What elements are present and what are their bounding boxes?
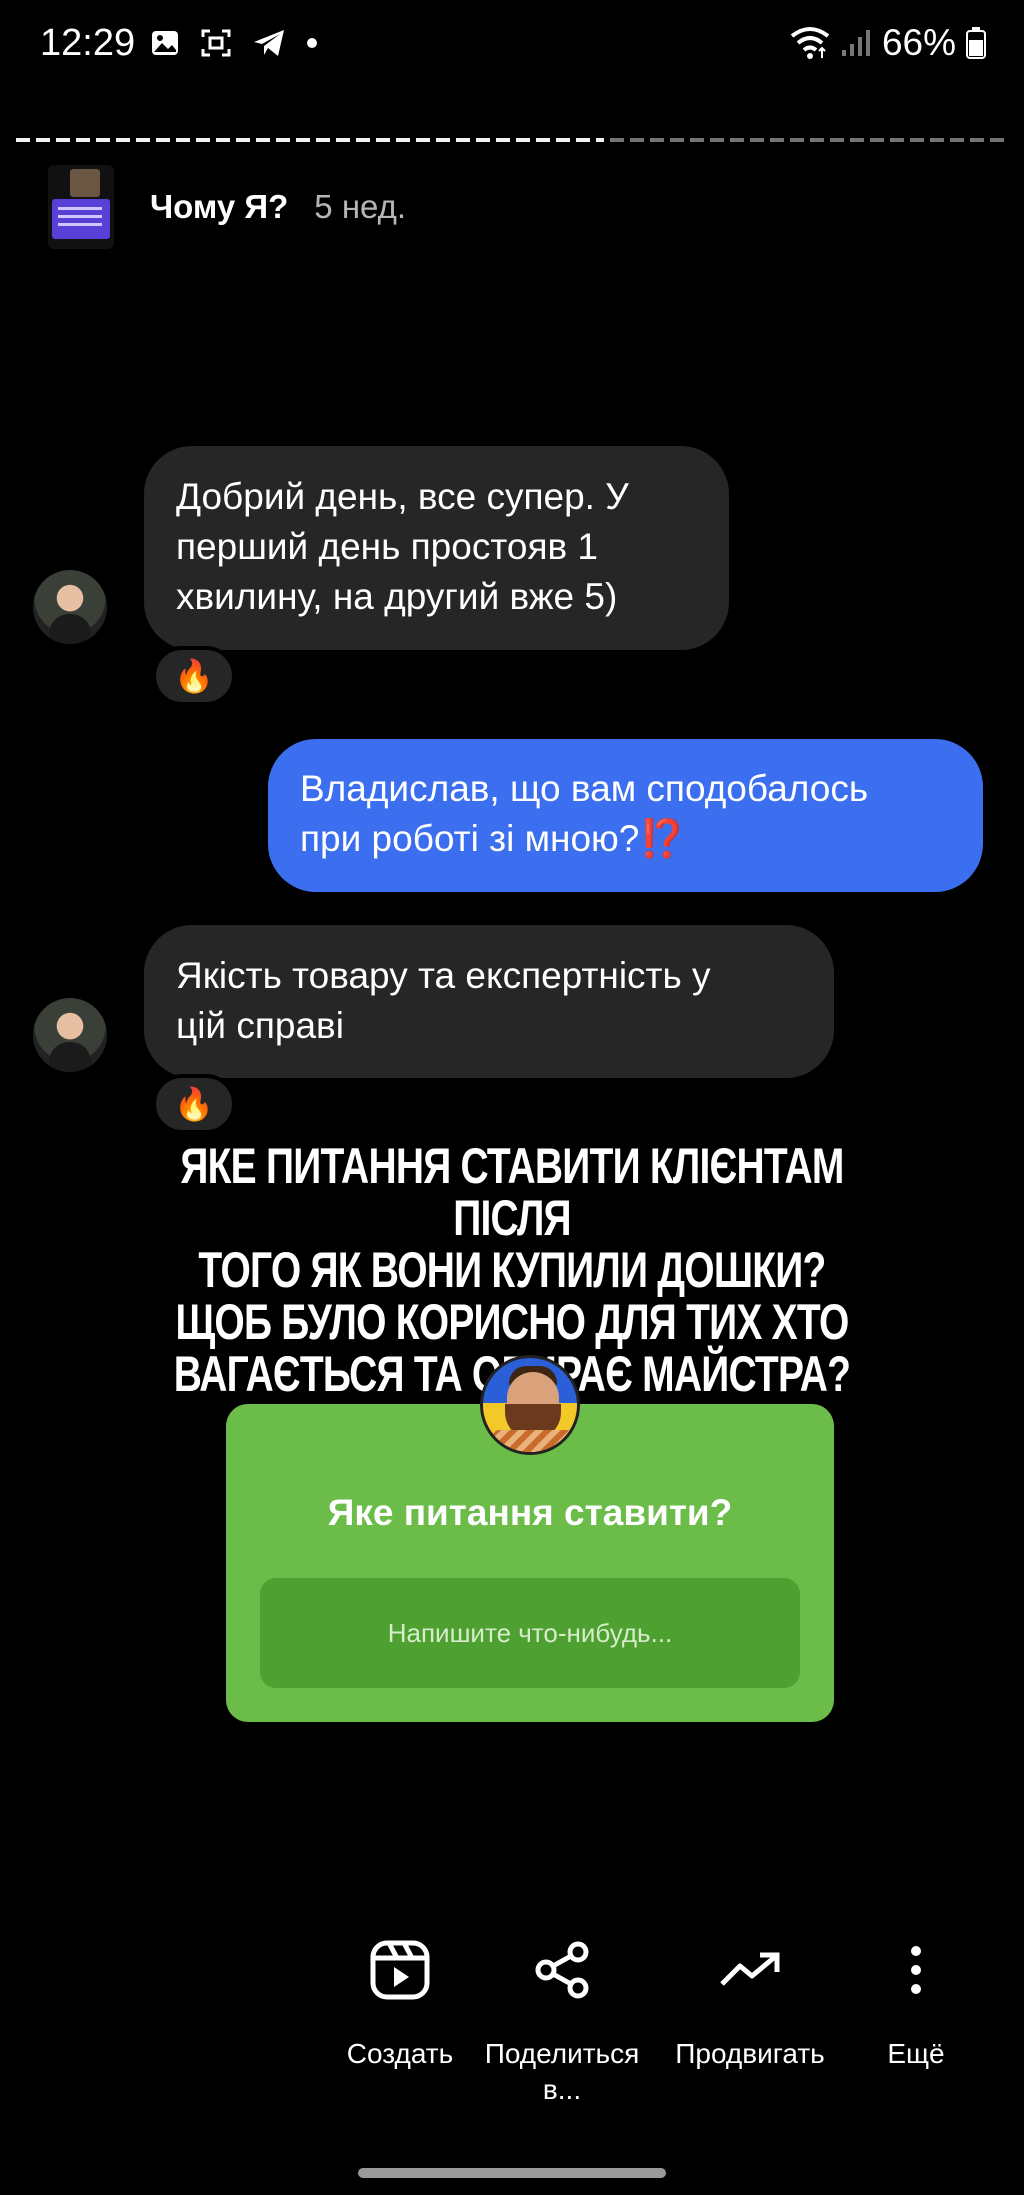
- fire-emoji: 🔥: [174, 658, 214, 694]
- more-vertical-icon: [911, 1946, 921, 1994]
- create-label: Создать: [346, 2038, 454, 2069]
- promote-button[interactable]: Продвигать: [660, 1930, 840, 2072]
- story-author-name[interactable]: Чому Я?: [150, 188, 288, 226]
- question-sticker-title: Яке питання ставити?: [327, 1492, 733, 1533]
- story-age: 5 нед.: [314, 188, 407, 225]
- status-bar: 12:29 66%: [0, 0, 1024, 90]
- story-progress-bar: [16, 138, 1008, 142]
- dot-icon: [307, 38, 317, 48]
- status-system-icons: 66%: [790, 22, 986, 64]
- interrobang-emoji: ⁉️: [639, 818, 685, 859]
- avatar-board: [493, 1430, 573, 1452]
- avatar-photo: [70, 169, 100, 197]
- more-button[interactable]: Ещё: [866, 1930, 966, 2072]
- battery-icon: [966, 27, 986, 59]
- create-button[interactable]: Создать: [330, 1930, 470, 2072]
- trending-up-icon: [720, 1952, 780, 1986]
- more-label: Ещё: [887, 2038, 945, 2069]
- status-time: 12:29: [40, 22, 136, 64]
- battery-level: 66%: [881, 22, 956, 63]
- share-button[interactable]: Поделиться в...: [472, 1930, 652, 2108]
- signal-icon: [841, 30, 870, 56]
- promote-label: Продвигать: [675, 2038, 825, 2069]
- message-text: Владислав, що вам сподобалось при роботі…: [300, 764, 951, 864]
- status-notification-icons: [150, 28, 318, 58]
- story-progress-segment-remaining: [610, 138, 1008, 142]
- wifi-icon: [790, 27, 830, 59]
- chat-bubble-incoming: Добрий день, все супер. У перший день пр…: [144, 446, 729, 650]
- message-text: Якість товару та експертність у цій спра…: [176, 955, 711, 1046]
- chat-bubble-outgoing: Владислав, що вам сподобалось при роботі…: [268, 739, 983, 892]
- message-reaction: 🔥: [152, 646, 236, 706]
- question-sticker-input[interactable]: Напишите что-нибудь...: [260, 1578, 800, 1688]
- gallery-icon: [152, 31, 178, 55]
- story-author-avatar[interactable]: [48, 165, 114, 249]
- message-text: Добрий день, все супер. У перший день пр…: [176, 476, 629, 617]
- telegram-icon: [254, 30, 284, 56]
- message-reaction: 🔥: [152, 1074, 236, 1134]
- share-icon: [535, 1941, 589, 1999]
- chat-bubble-incoming: Якість товару та експертність у цій спра…: [144, 925, 834, 1078]
- fire-emoji: 🔥: [174, 1086, 214, 1122]
- story-action-bar: Создать Поделиться в... Продвигать Ещё: [0, 1930, 1024, 2110]
- message-body: Владислав, що вам сподобалось при роботі…: [300, 768, 869, 859]
- chat-avatar: [33, 998, 107, 1072]
- story-header[interactable]: Чому Я? 5 нед.: [48, 165, 406, 249]
- screenshot-icon: [201, 29, 231, 57]
- chat-avatar: [33, 570, 107, 644]
- home-indicator[interactable]: [358, 2168, 666, 2178]
- reels-icon: [370, 1940, 430, 2000]
- story-progress-segment-viewed: [16, 138, 604, 142]
- avatar-thumbnail: [52, 199, 110, 239]
- share-label: Поделиться в...: [484, 2038, 640, 2105]
- question-sticker-avatar: [480, 1355, 580, 1455]
